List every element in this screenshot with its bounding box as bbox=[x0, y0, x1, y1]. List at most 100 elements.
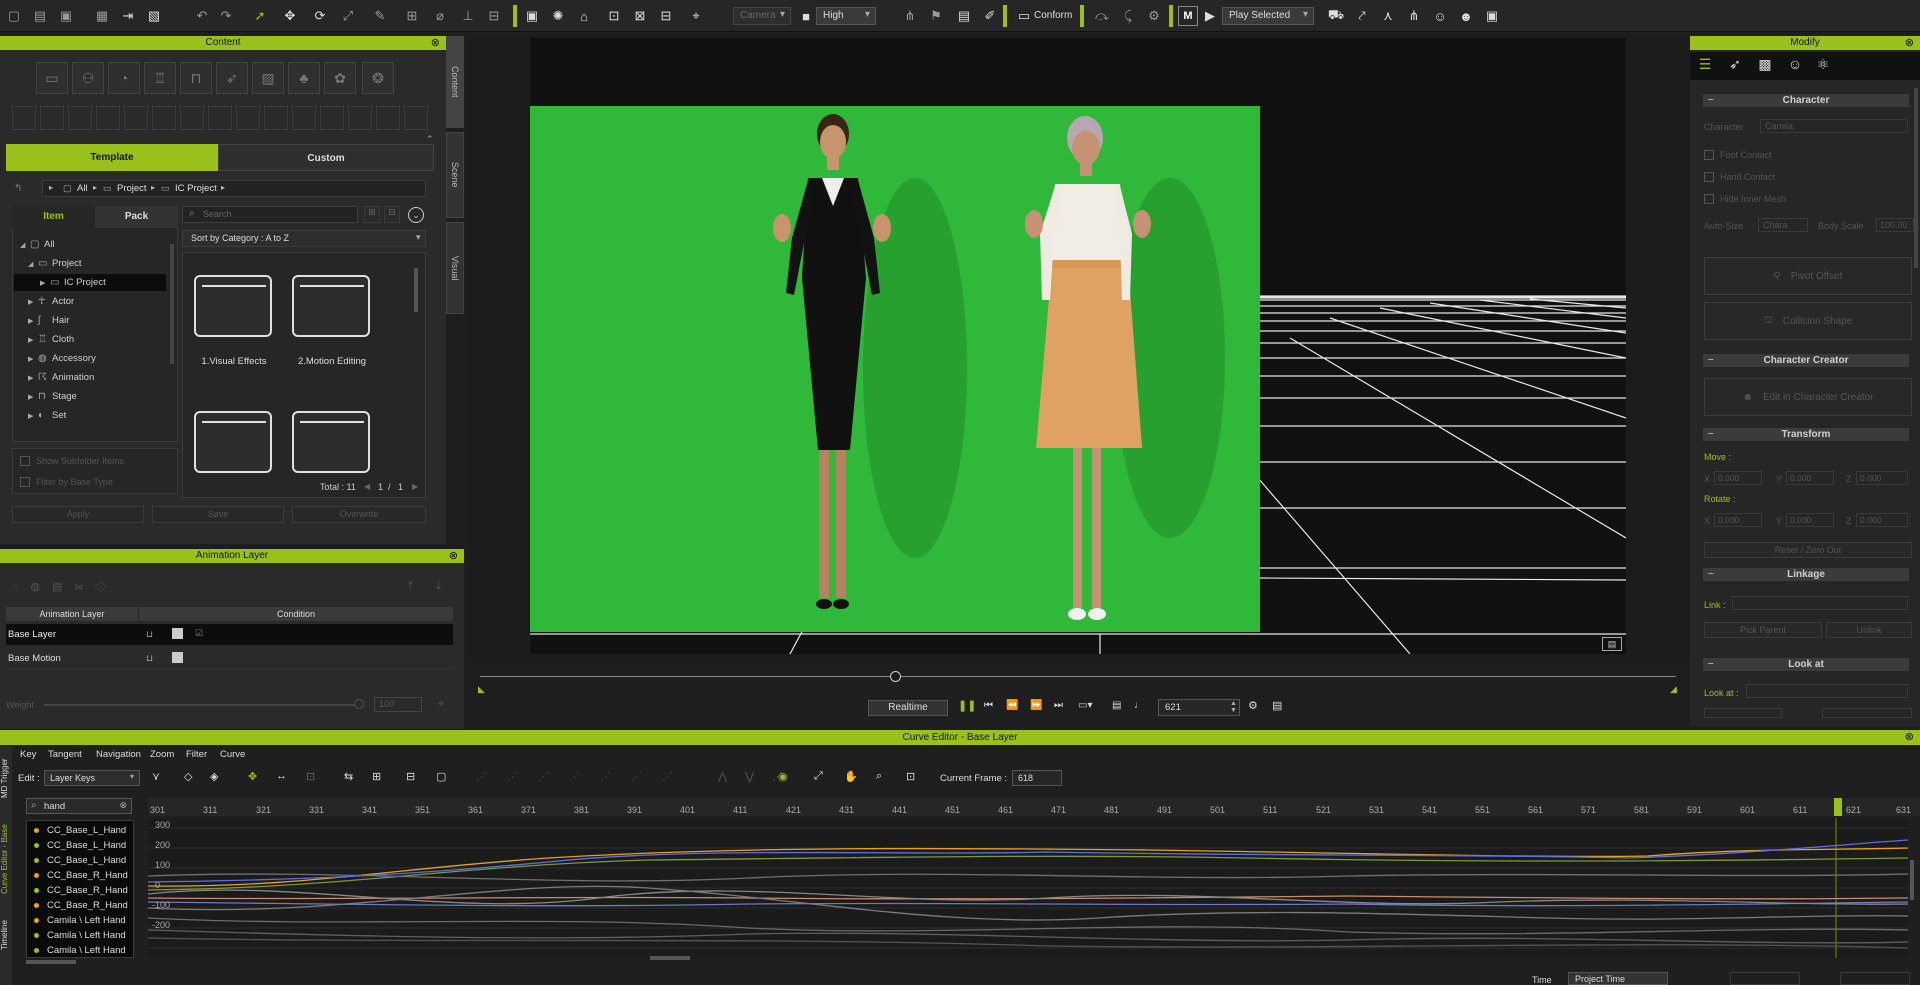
collision-shape-button[interactable]: ⛫ Collision Shape bbox=[1704, 302, 1912, 340]
table-row[interactable] bbox=[6, 624, 453, 645]
menu-navigation[interactable]: Navigation bbox=[96, 749, 141, 760]
chevron-down-icon[interactable]: ⌄ bbox=[408, 207, 424, 223]
folder-icon[interactable] bbox=[292, 411, 370, 473]
weight-value[interactable]: 100 bbox=[374, 697, 422, 712]
move-icon[interactable]: ✥ bbox=[280, 6, 300, 26]
tree-item-actor[interactable]: ▶ ☥ Actor bbox=[28, 294, 74, 310]
camera-view-icon[interactable]: ⊟ bbox=[656, 6, 676, 26]
cloth-tile-icon[interactable]: ♖ bbox=[144, 62, 176, 94]
body-scale-field[interactable]: 100.00 bbox=[1876, 218, 1914, 232]
rotate-icon[interactable]: ⟳ bbox=[310, 6, 330, 26]
frame-cursor[interactable] bbox=[1834, 798, 1842, 816]
list-item[interactable]: CC_Base_L_Hand bbox=[34, 854, 126, 868]
tree-item-hair[interactable]: ▶ ʃ Hair bbox=[28, 313, 69, 329]
tab-custom[interactable]: Custom bbox=[218, 144, 434, 171]
home-camera-icon[interactable]: ⌂ bbox=[574, 6, 594, 26]
timeline-playhead[interactable] bbox=[890, 671, 901, 682]
hide-inner-mesh-checkbox[interactable] bbox=[1704, 194, 1714, 204]
tree-item-all[interactable]: ◢ ▢ All bbox=[20, 237, 55, 253]
list-item[interactable]: Camila \ Left Hand bbox=[34, 944, 126, 954]
step-forward-icon[interactable]: ⏩ bbox=[1030, 700, 1042, 711]
graph-v-scrollbar[interactable] bbox=[1910, 860, 1914, 900]
tangent-icons[interactable]: ⋰⋰⋰⋰⋰⋰⋰ bbox=[476, 770, 693, 783]
play-mode-dropdown[interactable]: Play Selected bbox=[1222, 7, 1314, 25]
close-icon[interactable]: ⊗ bbox=[1905, 36, 1914, 50]
tree-tile-icon[interactable]: ♣ bbox=[288, 62, 320, 94]
move-y-field[interactable]: 0.000 bbox=[1786, 471, 1834, 485]
sub-category-tile[interactable] bbox=[152, 106, 176, 130]
scale-icon[interactable]: ⤢ bbox=[338, 6, 358, 26]
region-icon[interactable]: ⊡ bbox=[306, 770, 315, 783]
sub-category-tile[interactable] bbox=[180, 106, 204, 130]
save-project-icon[interactable]: ▣ bbox=[56, 6, 76, 26]
import-icon[interactable]: ⇥ bbox=[118, 6, 138, 26]
link-field[interactable] bbox=[1732, 596, 1908, 610]
character-section-header[interactable]: Character bbox=[1703, 93, 1909, 107]
move-x-field[interactable]: 0.000 bbox=[1714, 471, 1762, 485]
redo-icon[interactable]: ↷ bbox=[216, 6, 236, 26]
list-item[interactable]: Camila \ Left Hand bbox=[34, 914, 126, 928]
rotate-y-field[interactable]: 0.000 bbox=[1786, 513, 1834, 527]
tree-item-set[interactable]: ▶ ◐ Set bbox=[28, 408, 66, 424]
sub-category-tile[interactable] bbox=[404, 106, 428, 130]
light-icon[interactable]: ✺ bbox=[548, 6, 568, 26]
frame-all-icon[interactable]: ⤢ bbox=[814, 770, 823, 783]
link-icon[interactable]: ⌀ bbox=[430, 6, 450, 26]
go-start-icon[interactable]: ⏮ bbox=[984, 700, 993, 711]
move-up-icon[interactable]: ⤒ bbox=[408, 580, 413, 593]
tree-item-animation[interactable]: ▶ ☈ Animation bbox=[28, 370, 94, 386]
delete-key-icon[interactable]: ⊟ bbox=[406, 770, 415, 783]
menu-filter[interactable]: Filter bbox=[186, 749, 207, 760]
layer-stack-icon[interactable]: ◇ bbox=[184, 770, 192, 783]
clipboard-icon[interactable]: ▤ bbox=[954, 6, 974, 26]
time-dropdown[interactable]: Project Time bbox=[1568, 972, 1668, 985]
snapshot-icon[interactable]: ⊡ bbox=[906, 770, 915, 783]
transform-header[interactable]: Transform bbox=[1703, 427, 1909, 441]
physics-tab-icon[interactable]: ⚛ bbox=[1812, 56, 1834, 78]
step-back-icon[interactable]: ⏪ bbox=[1006, 700, 1018, 711]
side-tab-visual[interactable]: Visual bbox=[446, 222, 464, 314]
clear-search-icon[interactable]: ⊗ bbox=[119, 800, 127, 811]
select-icon[interactable]: ➚ bbox=[250, 6, 270, 26]
conform-icon[interactable]: ▭ bbox=[1014, 6, 1034, 26]
side-tab-curve-editor[interactable]: Curve Editor - Base bbox=[0, 812, 12, 906]
subtab-pack[interactable]: Pack bbox=[95, 206, 178, 228]
person-icon[interactable]: ☺ bbox=[1430, 6, 1450, 26]
visibility-toggle[interactable] bbox=[172, 628, 183, 639]
pan-icon[interactable]: ✋ bbox=[844, 770, 858, 783]
export-icon[interactable]: ▧ bbox=[144, 6, 164, 26]
play-circle-icon[interactable]: ▶ bbox=[1200, 6, 1220, 26]
undo-icon[interactable]: ↶ bbox=[192, 6, 212, 26]
auto-size-dropdown[interactable]: Chara bbox=[1758, 218, 1808, 232]
brush-icon[interactable]: ✐ bbox=[980, 6, 1000, 26]
overwrite-button[interactable]: Overwrite bbox=[292, 506, 426, 523]
viewport-timeline[interactable] bbox=[480, 676, 1676, 677]
clear-icon[interactable]: ⊟ bbox=[384, 206, 400, 223]
camera-dropdown[interactable]: Camera bbox=[733, 7, 791, 25]
side-tab-scene[interactable]: Scene bbox=[446, 132, 464, 218]
table-row[interactable] bbox=[6, 648, 453, 669]
breadcrumb-all[interactable]: All bbox=[77, 183, 88, 194]
close-icon[interactable]: ⊗ bbox=[449, 549, 458, 563]
folder-icon[interactable] bbox=[194, 411, 272, 473]
edit-in-cc-button[interactable]: ☻ Edit in Character Creator bbox=[1704, 378, 1912, 416]
pause-icon[interactable]: ❚❚ bbox=[958, 699, 976, 712]
filter-base-checkbox[interactable] bbox=[20, 477, 30, 487]
tree-item-project[interactable]: ◢ ▭ Project bbox=[28, 256, 82, 272]
go-end-icon[interactable]: ⏭ bbox=[1054, 700, 1063, 711]
flag-icon[interactable]: ⚑ bbox=[926, 6, 946, 26]
sub-category-tile[interactable] bbox=[376, 106, 400, 130]
move-z-field[interactable]: 0.000 bbox=[1856, 471, 1908, 485]
linkage-header[interactable]: Linkage bbox=[1703, 567, 1909, 581]
sub-category-tile[interactable] bbox=[236, 106, 260, 130]
list-item[interactable]: CC_Base_L_Hand bbox=[34, 824, 126, 838]
sub-category-tile[interactable] bbox=[40, 106, 64, 130]
chat-icon[interactable]: ▤ bbox=[1602, 637, 1622, 651]
apply-button[interactable]: Apply bbox=[12, 506, 144, 523]
curve-graph[interactable] bbox=[148, 818, 1908, 958]
align-icon[interactable]: ⊞ bbox=[402, 6, 422, 26]
look-at-clear-button[interactable] bbox=[1822, 708, 1912, 718]
subtab-item[interactable]: Item bbox=[12, 206, 95, 228]
sub-category-tile[interactable] bbox=[68, 106, 92, 130]
sub-category-tile[interactable] bbox=[292, 106, 316, 130]
